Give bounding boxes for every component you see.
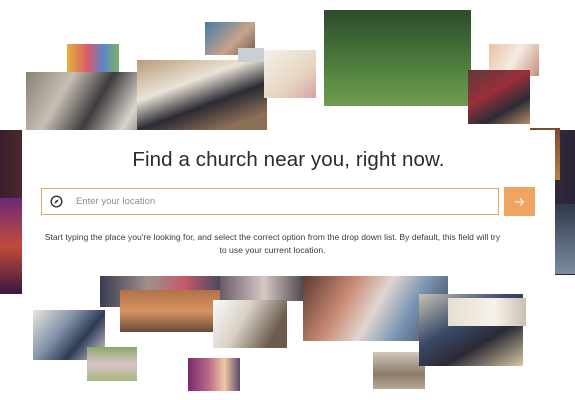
page-title: Find a church near you, right now. [132,148,445,171]
location-search-field[interactable] [41,188,499,215]
collage-photo-children-on-grass [324,10,471,106]
collage-photo-chairs [120,290,220,332]
collage-photo-clergy [468,70,530,124]
collage-photo-candles [213,300,287,348]
collage-photo-card [264,50,316,98]
collage-photo-worship-stage [0,198,22,294]
collage-photo-outdoors [87,347,137,381]
collage-photo-congregation [555,204,575,274]
church-search-card: Find a church near you, right now. Start… [22,130,555,276]
helper-text: Start typing the place you're looking fo… [44,232,501,255]
collage-photo-wedding [26,72,154,130]
collage-photo-gathering [220,275,308,301]
collage-photo-colorful-crowd [67,44,119,74]
collage-photo-nave [373,352,425,389]
arrow-right-icon [514,194,525,209]
search-submit-button[interactable] [504,187,535,216]
location-input[interactable] [76,189,498,214]
collage-photo-service-men [137,60,267,130]
compass-icon[interactable] [50,195,63,208]
collage-photo-family [188,358,240,391]
collage-photo-arches [448,298,526,326]
collage-photo-small-group [238,48,264,62]
